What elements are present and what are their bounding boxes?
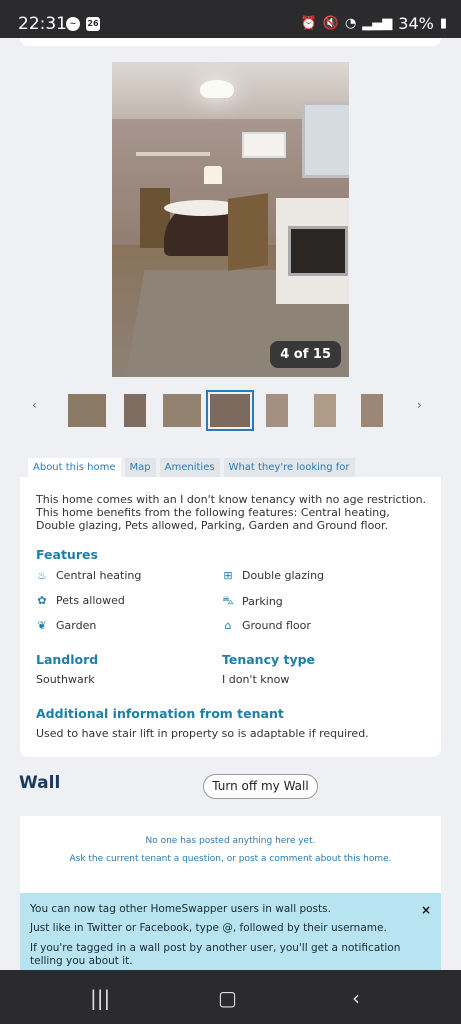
- feature-label: Parking: [242, 595, 283, 608]
- tab-map[interactable]: Map: [124, 458, 156, 477]
- photo-counter: 4 of 15: [270, 341, 341, 368]
- tab-bar: About this home Map Amenities What they'…: [28, 458, 355, 477]
- turn-off-wall-button[interactable]: Turn off my Wall: [203, 774, 318, 799]
- feature-item: ⌂ Ground floor: [222, 619, 311, 632]
- landlord-value: Southwark: [36, 673, 95, 686]
- wall-empty-message: No one has posted anything here yet.: [145, 836, 316, 846]
- photo-shelf: [136, 152, 210, 156]
- signal-icon: ▂▄▆: [362, 16, 393, 31]
- additional-info-heading: Additional information from tenant: [36, 706, 284, 721]
- battery-percent: 34%: [398, 14, 434, 33]
- photo-fireplace-insert: [288, 226, 348, 276]
- wall-posts: No one has posted anything here yet. Ask…: [20, 816, 441, 893]
- status-right: ⏰ 🔇 ◔ ▂▄▆ 34% ▮: [301, 14, 447, 33]
- paw-icon: ✿: [37, 594, 47, 607]
- photo-mirror: [302, 102, 349, 178]
- messenger-icon: ~: [66, 17, 80, 31]
- photo-chair: [228, 193, 268, 271]
- thumbnail[interactable]: [163, 394, 201, 427]
- chevron-left-icon[interactable]: ‹: [32, 398, 37, 412]
- info-line: Just like in Twitter or Facebook, type @…: [30, 922, 387, 934]
- close-icon[interactable]: ×: [421, 903, 431, 917]
- clock: 22:31: [18, 14, 67, 34]
- wall-heading: Wall: [19, 773, 61, 793]
- feature-label: Double glazing: [242, 569, 325, 582]
- feature-item: ❦ Garden: [36, 619, 96, 632]
- alarm-icon: ⏰: [300, 16, 317, 31]
- home-description: This home comes with an I don't know ten…: [36, 493, 427, 532]
- window-icon: ⊞: [223, 569, 233, 582]
- system-nav-bar: ||| ▢ ‹: [0, 970, 461, 1024]
- thumbnail-active[interactable]: [206, 390, 254, 431]
- plant-icon: ❦: [37, 619, 47, 632]
- about-panel: This home comes with an I don't know ten…: [20, 477, 441, 757]
- feature-label: Garden: [56, 619, 97, 632]
- features-heading: Features: [36, 547, 98, 562]
- thumbnail[interactable]: [266, 394, 288, 427]
- landlord-heading: Landlord: [36, 652, 99, 667]
- tenancy-heading: Tenancy type: [222, 652, 316, 667]
- tenancy-value: I don't know: [222, 673, 290, 686]
- feature-item: ♨ Central heating: [36, 569, 141, 582]
- photo-ceiling-light: [200, 80, 234, 98]
- car-icon: ⛍: [222, 594, 234, 607]
- battery-icon: ▮: [439, 16, 447, 31]
- back-icon[interactable]: ‹: [352, 986, 360, 1010]
- feature-item: ✿ Pets allowed: [36, 594, 125, 607]
- mute-icon: 🔇: [322, 16, 339, 31]
- home-icon[interactable]: ▢: [218, 986, 237, 1010]
- calendar-icon: 26: [86, 17, 100, 31]
- feature-item: ⛍ Parking: [222, 594, 283, 609]
- wifi-calling-icon: ◔: [344, 16, 357, 31]
- status-bar: 22:31 ~ 26 ⏰ 🔇 ◔ ▂▄▆ 34% ▮: [0, 0, 461, 38]
- feature-item: ⊞ Double glazing: [222, 569, 324, 582]
- house-icon: ⌂: [224, 619, 232, 632]
- property-photo[interactable]: 4 of 15: [112, 62, 349, 377]
- thumbnail[interactable]: [68, 394, 106, 427]
- wall-prompt-link[interactable]: Ask the current tenant a question, or po…: [20, 854, 441, 864]
- feature-label: Ground floor: [242, 619, 311, 632]
- photo-picture-frame: [242, 132, 286, 158]
- feature-label: Central heating: [56, 569, 142, 582]
- photo-lamp: [204, 166, 222, 184]
- flame-icon: ♨: [37, 569, 47, 582]
- chevron-right-icon[interactable]: ›: [417, 398, 422, 412]
- tab-looking-for[interactable]: What they're looking for: [223, 458, 355, 477]
- thumbnail-strip: ‹ ›: [20, 388, 441, 431]
- thumbnail[interactable]: [314, 394, 336, 427]
- previous-card-edge: [20, 38, 441, 46]
- thumbnail[interactable]: [124, 394, 146, 427]
- recent-apps-icon[interactable]: |||: [90, 986, 110, 1010]
- info-line: You can now tag other HomeSwapper users …: [30, 903, 331, 915]
- feature-label: Pets allowed: [56, 594, 125, 607]
- tagging-info-banner: You can now tag other HomeSwapper users …: [20, 893, 441, 970]
- info-line: If you're tagged in a wall post by anoth…: [30, 942, 401, 967]
- additional-info-text: Used to have stair lift in property so i…: [36, 727, 369, 740]
- tab-about[interactable]: About this home: [28, 458, 121, 477]
- thumbnail[interactable]: [361, 394, 383, 427]
- tab-amenities[interactable]: Amenities: [159, 458, 220, 477]
